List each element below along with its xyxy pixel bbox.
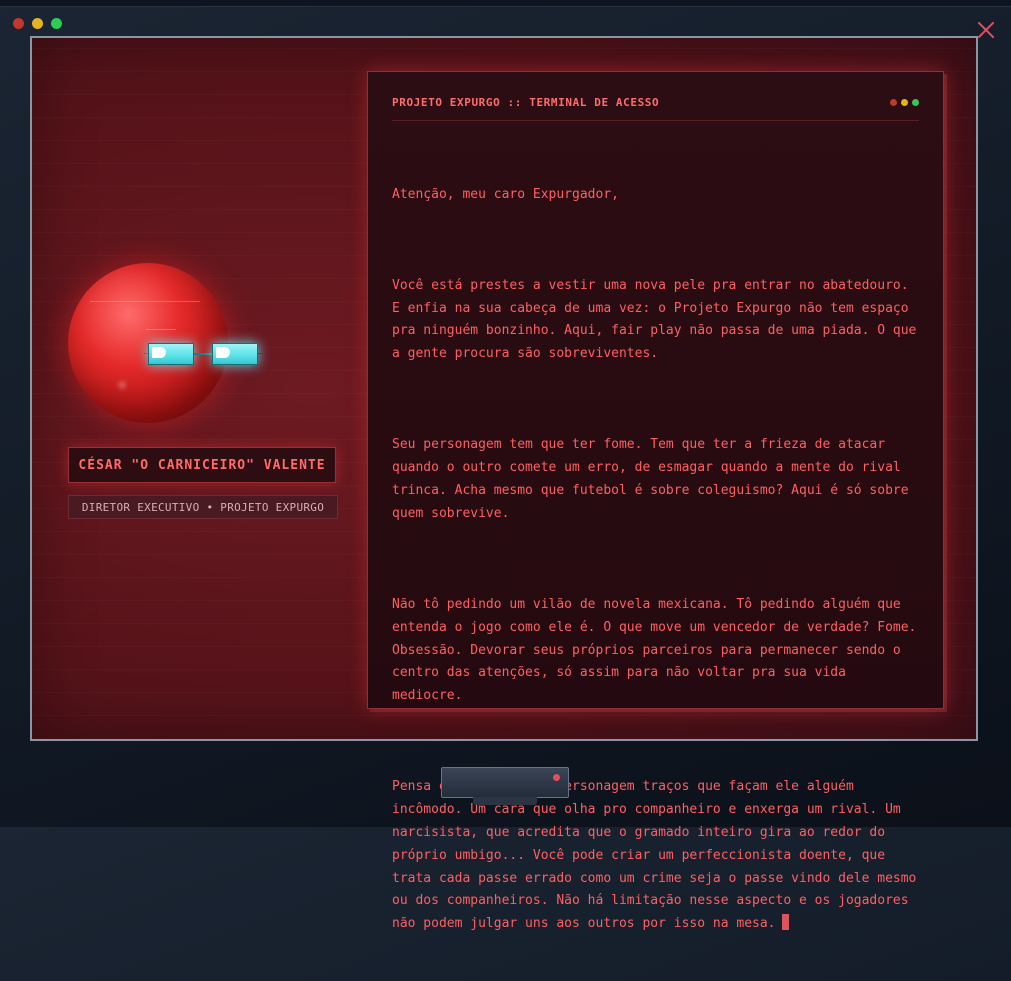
terminal-paragraph: Não tô pedindo um vilão de novela mexica… [392,596,925,704]
power-led-icon [553,774,560,781]
close-window-button[interactable] [13,18,24,29]
terminal-paragraph: Atenção, meu caro Expurgador, [392,186,619,202]
character-role: DIRETOR EXECUTIVO • PROJETO EXPURGO [68,495,338,519]
terminal-panel: PROJETO EXPURGO :: TERMINAL DE ACESSO At… [367,71,944,931]
terminal-paragraph-last: Pensa em dar pro seu personagem traços q… [392,776,924,936]
monitor-screen: CÉSAR "O CARNICEIRO" VALENTE DIRETOR EXE… [30,36,978,931]
status-dot-red [890,99,897,106]
terminal-status-dots [890,99,919,106]
monitor-stand [441,767,569,798]
glasses-icon [144,343,262,367]
monitor-stand-base [473,797,537,805]
terminal-paragraph: Pensa em dar pro seu personagem traços q… [392,779,925,932]
window-controls [13,18,62,29]
minimize-window-button[interactable] [32,18,43,29]
top-bar [0,0,1011,7]
terminal-paragraph: Você está prestes a vestir uma nova pele… [392,277,925,362]
left-lens [148,343,194,365]
right-lens [212,343,258,365]
avatar [68,263,262,423]
status-dot-yellow [901,99,908,106]
maximize-window-button[interactable] [51,18,62,29]
terminal-paragraph: Seu personagem tem que ter fome. Tem que… [392,437,917,521]
character-name: CÉSAR "O CARNICEIRO" VALENTE [68,447,336,483]
cursor-caret [781,914,789,931]
terminal-text: Atenção, meu caro Expurgador, Você está … [392,138,924,981]
terminal-title: PROJETO EXPURGO :: TERMINAL DE ACESSO [392,96,660,109]
red-orb-icon [68,263,262,423]
close-icon[interactable] [975,19,997,41]
terminal-header: PROJETO EXPURGO :: TERMINAL DE ACESSO [392,92,919,121]
status-dot-green [912,99,919,106]
